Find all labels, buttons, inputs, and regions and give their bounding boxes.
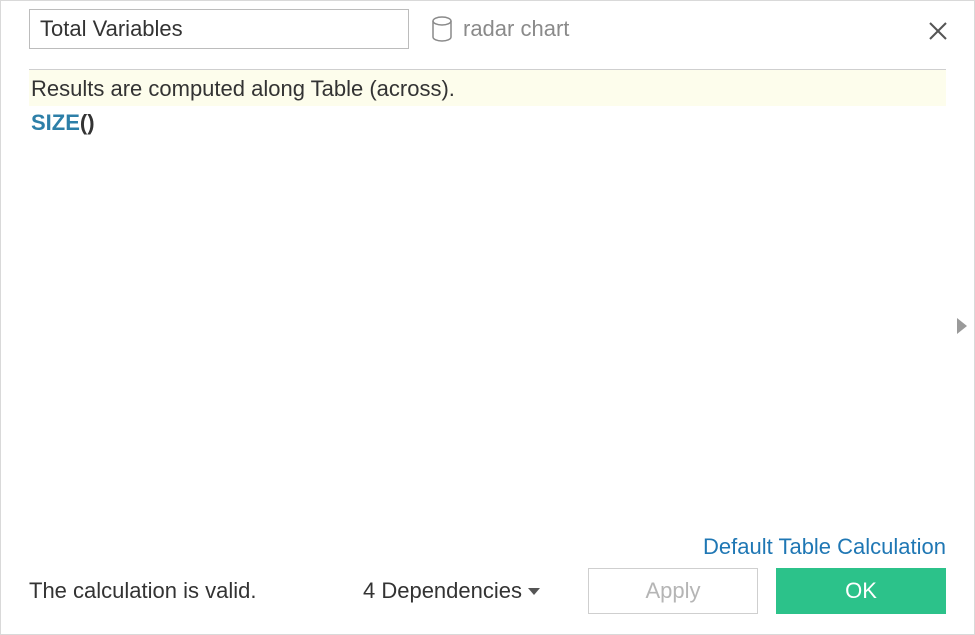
caret-down-icon: [528, 588, 540, 595]
dependencies-dropdown[interactable]: 4 Dependencies: [363, 578, 540, 604]
calculation-editor-dialog: radar chart Results are computed along T…: [0, 0, 975, 635]
dialog-footer: The calculation is valid. 4 Dependencies…: [1, 568, 974, 634]
expand-panel-button[interactable]: [955, 317, 969, 340]
ok-button[interactable]: OK: [776, 568, 946, 614]
dependencies-label: 4 Dependencies: [363, 578, 522, 604]
dialog-header: radar chart: [1, 1, 974, 57]
close-paren: ): [87, 110, 94, 135]
computation-hint: Results are computed along Table (across…: [29, 70, 946, 106]
apply-button[interactable]: Apply: [588, 568, 758, 614]
database-icon: [431, 16, 453, 42]
datasource-indicator[interactable]: radar chart: [431, 16, 569, 42]
close-button[interactable]: [924, 17, 952, 45]
datasource-label: radar chart: [463, 16, 569, 42]
link-row: Default Table Calculation: [1, 534, 974, 568]
validation-status: The calculation is valid.: [29, 578, 256, 604]
default-table-calculation-link[interactable]: Default Table Calculation: [703, 534, 946, 559]
chevron-right-icon: [955, 322, 969, 339]
function-token: SIZE: [31, 110, 80, 135]
close-icon: [927, 20, 949, 42]
calculation-name-input[interactable]: [29, 9, 409, 49]
formula-editor[interactable]: SIZE(): [29, 106, 946, 534]
